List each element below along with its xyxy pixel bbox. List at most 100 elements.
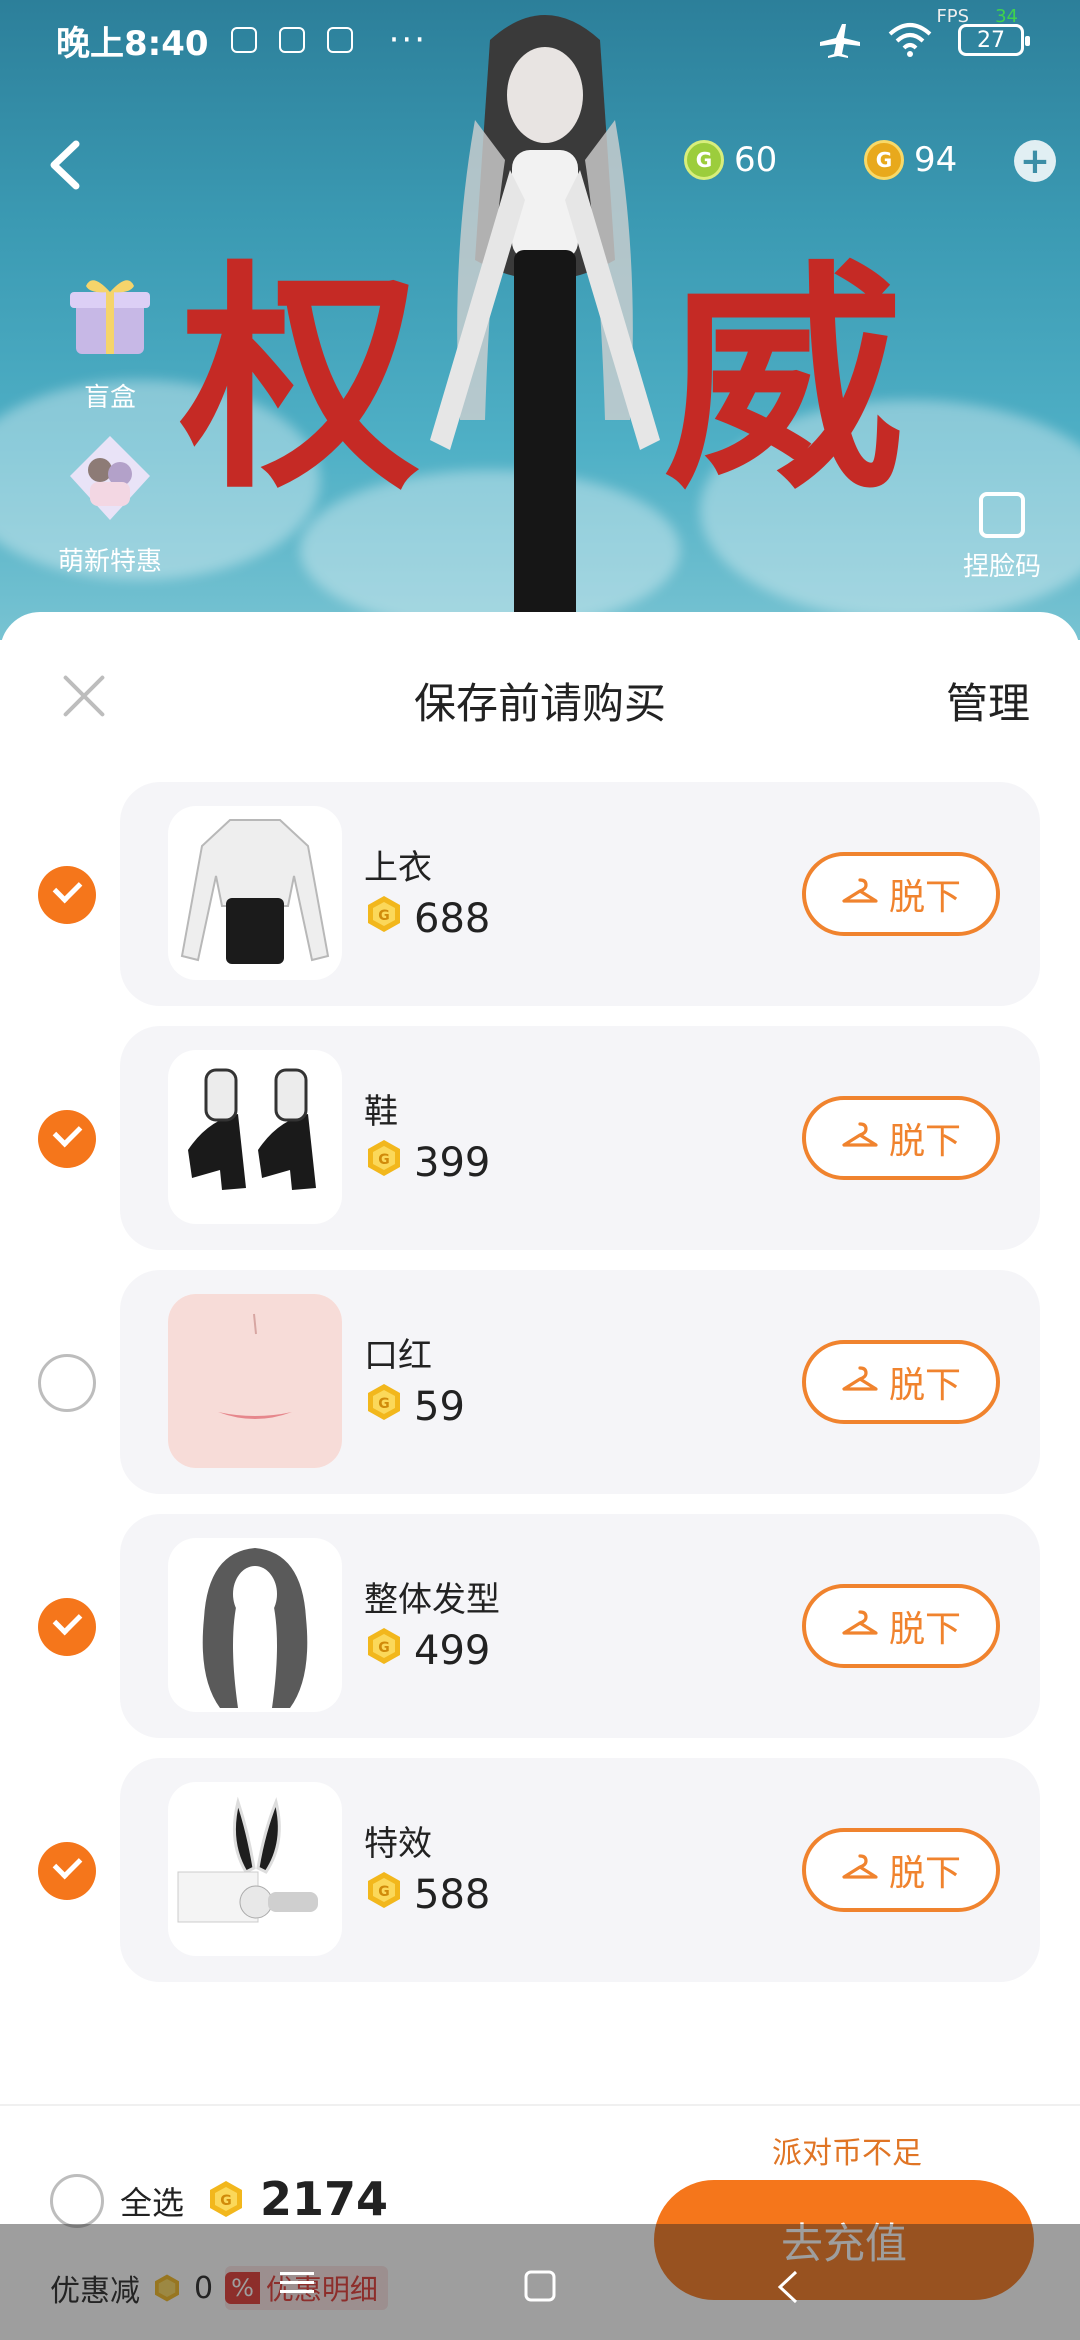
coin-icon: G (364, 1382, 404, 1432)
select-all-checkbox[interactable] (50, 2174, 104, 2228)
coin-icon: G (364, 1138, 404, 1188)
svg-text:G: G (220, 2193, 232, 2209)
back-nav-icon[interactable] (776, 2270, 800, 2304)
coin-icon: G (364, 894, 404, 944)
add-currency-button[interactable]: + (1014, 140, 1056, 182)
coin-icon: G (364, 1626, 404, 1676)
system-nav-bar (0, 2224, 1080, 2340)
battery-icon: 27 (958, 24, 1030, 56)
take-off-label: 脱下 (888, 877, 961, 918)
newbie-deal-icon (70, 436, 150, 520)
item-card[interactable]: 口红 G 59 脱下 (120, 1270, 1040, 1494)
sheet-header: 保存前请购买 管理 (0, 612, 1080, 782)
hanger-icon (841, 1362, 879, 1403)
take-off-button[interactable]: 脱下 (802, 1584, 1000, 1668)
notification-icon (326, 27, 353, 53)
notification-icon (230, 27, 257, 53)
take-off-button[interactable]: 脱下 (802, 1828, 1000, 1912)
take-off-label: 脱下 (888, 1853, 961, 1894)
coin-icon: G (210, 2181, 242, 2217)
home-icon[interactable] (524, 2270, 556, 2302)
item-card[interactable]: 特效 G 588 脱下 (120, 1758, 1040, 1982)
face-code-label: 捏脸码 (962, 552, 1041, 582)
item-card[interactable]: 整体发型 G 499 脱下 (120, 1514, 1040, 1738)
newbie-deal-entry[interactable]: 萌新特惠 (50, 430, 170, 578)
svg-text:G: G (378, 908, 390, 924)
newbie-deal-label: 萌新特惠 (57, 547, 162, 577)
item-price-value: 399 (414, 1140, 491, 1186)
item-price-value: 688 (414, 896, 491, 942)
status-bar: 晚上8:40 ··· 27 FPS 34 (0, 0, 1080, 80)
hanger-icon (841, 1118, 879, 1159)
hanger-icon (841, 1850, 879, 1891)
svg-text:G: G (378, 1152, 390, 1168)
item-price: G 499 (364, 1626, 490, 1676)
select-all-label: 全选 (120, 2184, 185, 2222)
take-off-label: 脱下 (888, 1365, 961, 1406)
green-coin-icon: G (684, 140, 724, 180)
character-model (430, 15, 660, 640)
face-code-entry[interactable]: 捏脸码 (952, 492, 1052, 583)
hanger-icon (841, 1606, 879, 1647)
item-card[interactable]: 鞋 G 399 脱下 (120, 1026, 1040, 1250)
hanger-icon (841, 874, 879, 915)
blind-box-label: 盲盒 (83, 383, 136, 413)
gift-box-icon (70, 280, 150, 354)
notification-icon (278, 27, 305, 53)
more-notifications-icon: ··· (388, 20, 428, 60)
svg-text:G: G (378, 1884, 390, 1900)
take-off-button[interactable]: 脱下 (802, 1340, 1000, 1424)
gold-coin-balance: G 94 (864, 140, 957, 180)
item-name: 鞋 (364, 1092, 398, 1132)
wifi-icon (888, 23, 932, 57)
total-price-value: 2174 (260, 2172, 389, 2226)
cart-item-row: 整体发型 G 499 脱下 (0, 1514, 1080, 1738)
item-thumbnail (168, 1538, 342, 1712)
item-checkbox[interactable] (38, 1354, 96, 1412)
cart-item-row: 上衣 G 688 脱下 (0, 782, 1080, 1006)
total-price: G 2174 (206, 2172, 388, 2226)
item-price-value: 499 (414, 1628, 491, 1674)
green-coin-value: 60 (734, 140, 778, 180)
gold-coin-value: 94 (914, 140, 958, 180)
fps-counter: FPS 34 (936, 6, 1018, 27)
item-card[interactable]: 上衣 G 688 脱下 (120, 782, 1040, 1006)
item-price: G 399 (364, 1138, 490, 1188)
manage-button[interactable]: 管理 (946, 670, 1030, 731)
menu-icon[interactable] (280, 2270, 314, 2296)
item-thumbnail (168, 1050, 342, 1224)
item-checkbox[interactable] (38, 866, 96, 924)
svg-text:G: G (378, 1396, 390, 1412)
item-name: 上衣 (364, 848, 432, 888)
item-name: 特效 (364, 1824, 432, 1864)
item-name: 口红 (364, 1336, 432, 1376)
take-off-label: 脱下 (888, 1609, 961, 1650)
purchase-sheet: 保存前请购买 管理 上衣 G 688 脱下鞋 G 399 脱下 口红 G 59 脱下 整体发型 G 499… (0, 612, 1080, 2340)
item-price: G 688 (364, 894, 490, 944)
item-name: 整体发型 (364, 1580, 500, 1620)
gold-coin-icon: G (864, 140, 904, 180)
take-off-label: 脱下 (888, 1121, 961, 1162)
select-all-toggle[interactable]: 全选 (50, 2174, 184, 2228)
back-arrow-icon[interactable] (40, 130, 90, 200)
item-checkbox[interactable] (38, 1842, 96, 1900)
item-price-value: 588 (414, 1872, 491, 1918)
cart-item-row: 特效 G 588 脱下 (0, 1758, 1080, 1982)
battery-level: 27 (977, 27, 1005, 53)
item-checkbox[interactable] (38, 1110, 96, 1168)
airplane-mode-icon (820, 24, 860, 58)
item-price: G 588 (364, 1870, 490, 1920)
take-off-button[interactable]: 脱下 (802, 1096, 1000, 1180)
coin-icon: G (364, 1870, 404, 1920)
blind-box-entry[interactable]: 盲盒 (50, 266, 170, 414)
cart-item-row: 口红 G 59 脱下 (0, 1270, 1080, 1494)
sheet-title: 保存前请购买 (413, 679, 666, 728)
item-checkbox[interactable] (38, 1598, 96, 1656)
item-price: G 59 (364, 1382, 465, 1432)
cart-item-row: 鞋 G 399 脱下 (0, 1026, 1080, 1250)
status-time: 晚上8:40 (56, 23, 209, 64)
take-off-button[interactable]: 脱下 (802, 852, 1000, 936)
fps-label: FPS (936, 6, 970, 27)
item-thumbnail (168, 1782, 342, 1956)
item-thumbnail (168, 806, 342, 980)
